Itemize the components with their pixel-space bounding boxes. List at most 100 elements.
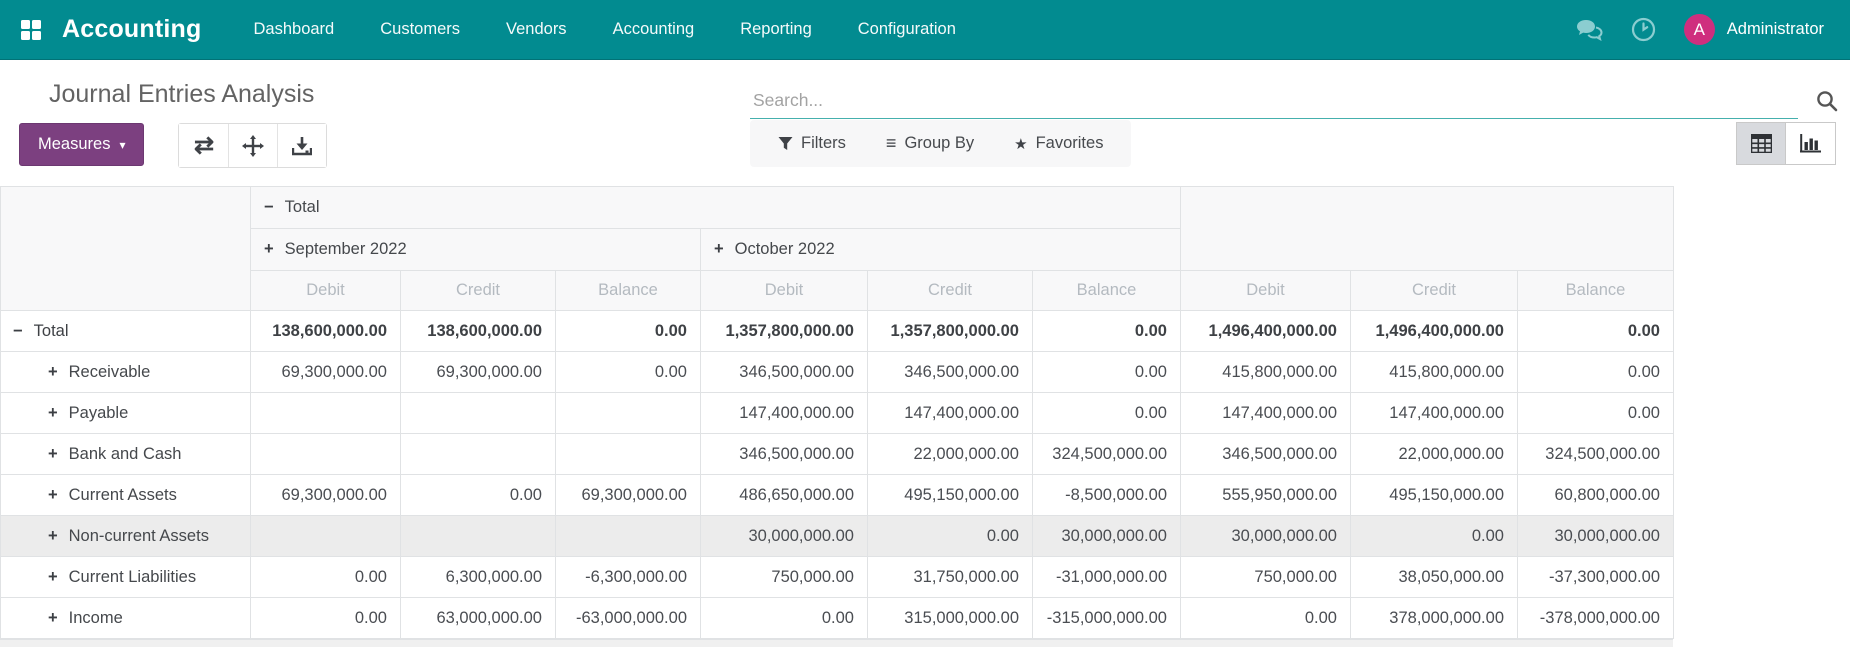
col-header-september-2022[interactable]: + September 2022 — [250, 228, 701, 271]
col-header-october-2022[interactable]: + October 2022 — [700, 228, 1181, 271]
row-header-payable-label: Payable — [68, 403, 129, 422]
download-icon — [292, 136, 312, 155]
group-by-label: Group By — [904, 134, 975, 152]
expand-icon[interactable]: + — [714, 240, 724, 259]
search-input[interactable] — [750, 84, 1798, 119]
expand-icon[interactable]: + — [48, 568, 58, 587]
expand-all-icon — [242, 134, 264, 157]
pivot-row-payable: + Payable 147,400,000.00 147,400,000.00 0.00… — [0, 392, 1674, 434]
search-icon[interactable] — [1816, 90, 1838, 112]
nav-item-reporting[interactable]: Reporting — [740, 20, 812, 39]
row-header-receivable-label: Receivable — [68, 362, 151, 381]
pivot-cell — [250, 392, 401, 434]
expand-icon[interactable]: + — [264, 240, 274, 259]
pivot-cell: 0.00 — [400, 474, 556, 516]
nav-item-vendors[interactable]: Vendors — [506, 20, 567, 39]
row-header-bank-and-cash-label: Bank and Cash — [68, 444, 182, 463]
measure-header-balance[interactable]: Balance — [555, 270, 701, 311]
pivot-row-current-liabilities: + Current Liabilities 0.00 6,300,000.00 -6,3… — [0, 556, 1674, 598]
pivot-cell: 0.00 — [555, 351, 701, 393]
pivot-cell: 0.00 — [1350, 515, 1518, 557]
col-header-total[interactable]: − Total — [250, 186, 1181, 229]
pivot-view-button[interactable] — [1736, 122, 1786, 165]
expand-all-button[interactable] — [228, 124, 277, 167]
messages-icon[interactable] — [1576, 19, 1603, 41]
nav-item-dashboard[interactable]: Dashboard — [254, 20, 335, 39]
row-header-total[interactable]: − Total — [0, 310, 251, 352]
collapse-icon[interactable]: − — [13, 322, 23, 341]
pivot-cell: 22,000,000.00 — [1350, 433, 1518, 475]
measure-header-debit[interactable]: Debit — [1180, 270, 1351, 311]
pivot-cell: 0.00 — [1517, 310, 1674, 352]
measure-header-debit[interactable]: Debit — [250, 270, 401, 311]
activities-clock-icon[interactable] — [1631, 17, 1656, 42]
pivot-cell: 30,000,000.00 — [1180, 515, 1351, 557]
app-brand-title[interactable]: Accounting — [62, 15, 202, 44]
group-by-button[interactable]: ≡ Group By — [886, 133, 974, 154]
nav-item-accounting[interactable]: Accounting — [613, 20, 695, 39]
pivot-cell: 0.00 — [1517, 392, 1674, 434]
star-icon: ★ — [1014, 135, 1028, 153]
pivot-row-income: + Income 0.00 63,000,000.00 -63,000,000.00 0.… — [0, 597, 1674, 639]
expand-icon[interactable]: + — [48, 445, 58, 464]
pivot-cell: 0.00 — [1032, 310, 1181, 352]
user-name[interactable]: Administrator — [1727, 20, 1824, 39]
measure-header-credit[interactable]: Credit — [400, 270, 556, 311]
apps-grid-icon[interactable] — [0, 19, 62, 40]
pivot-cell: 486,650,000.00 — [700, 474, 868, 516]
row-header-payable[interactable]: + Payable — [0, 392, 251, 434]
pivot-cell: 346,500,000.00 — [1180, 433, 1351, 475]
download-button[interactable] — [277, 124, 326, 167]
graph-view-button[interactable] — [1786, 122, 1836, 165]
row-header-income[interactable]: + Income — [0, 597, 251, 639]
pivot-cell: -6,300,000.00 — [555, 556, 701, 598]
pivot-cell: 378,000,000.00 — [1350, 597, 1518, 639]
measure-header-balance[interactable]: Balance — [1517, 270, 1674, 311]
nav-item-customers[interactable]: Customers — [380, 20, 460, 39]
filters-button[interactable]: Filters — [778, 134, 846, 153]
pivot-row-current-assets: + Current Assets 69,300,000.00 0.00 69,300,0… — [0, 474, 1674, 516]
pivot-cell: 69,300,000.00 — [250, 351, 401, 393]
measure-header-debit[interactable]: Debit — [700, 270, 868, 311]
pivot-cell: -315,000,000.00 — [1032, 597, 1181, 639]
pivot-cell: -378,000,000.00 — [1517, 597, 1674, 639]
measure-header-credit[interactable]: Credit — [867, 270, 1033, 311]
pivot-row-total: − Total 138,600,000.00 138,600,000.00 0.00 1,… — [0, 310, 1674, 352]
pivot-cell — [555, 515, 701, 557]
measure-header-credit[interactable]: Credit — [1350, 270, 1518, 311]
pivot-cell: 147,400,000.00 — [700, 392, 868, 434]
pivot-cell: 1,496,400,000.00 — [1350, 310, 1518, 352]
user-avatar[interactable]: A — [1683, 14, 1715, 45]
pivot-cell: 750,000.00 — [1180, 556, 1351, 598]
expand-icon[interactable]: + — [48, 404, 58, 423]
row-header-bank-and-cash[interactable]: + Bank and Cash — [0, 433, 251, 475]
row-header-receivable[interactable]: + Receivable — [0, 351, 251, 393]
expand-icon[interactable]: + — [48, 527, 58, 546]
row-header-non-current-assets[interactable]: + Non-current Assets — [0, 515, 251, 557]
favorites-button[interactable]: ★ Favorites — [1014, 134, 1103, 153]
pivot-cell: 30,000,000.00 — [1032, 515, 1181, 557]
nav-item-configuration[interactable]: Configuration — [858, 20, 956, 39]
pivot-row-bank-and-cash: + Bank and Cash 346,500,000.00 22,000,000.0… — [0, 433, 1674, 475]
expand-icon[interactable]: + — [48, 363, 58, 382]
row-header-current-liabilities[interactable]: + Current Liabilities — [0, 556, 251, 598]
flip-axis-button[interactable]: ⇄ — [179, 124, 228, 167]
pivot-toolbar: ⇄ — [178, 123, 327, 168]
pivot-cell: 415,800,000.00 — [1180, 351, 1351, 393]
collapse-icon[interactable]: − — [264, 198, 274, 217]
pivot-cell: 0.00 — [250, 556, 401, 598]
row-header-current-assets-label: Current Assets — [68, 485, 177, 504]
pivot-cell: 0.00 — [700, 597, 868, 639]
row-header-current-assets[interactable]: + Current Assets — [0, 474, 251, 516]
group-by-icon: ≡ — [885, 133, 897, 153]
view-switcher — [1736, 122, 1836, 165]
expand-icon[interactable]: + — [48, 609, 58, 628]
bar-chart-icon — [1800, 134, 1821, 153]
col-header-september-2022-label: September 2022 — [284, 240, 407, 258]
pivot-cell: 147,400,000.00 — [1180, 392, 1351, 434]
measures-button[interactable]: Measures ▾ — [19, 123, 145, 166]
pivot-cell — [250, 433, 401, 475]
measure-header-balance[interactable]: Balance — [1032, 270, 1181, 311]
expand-icon[interactable]: + — [48, 486, 58, 505]
pivot-cell: 0.00 — [1180, 597, 1351, 639]
